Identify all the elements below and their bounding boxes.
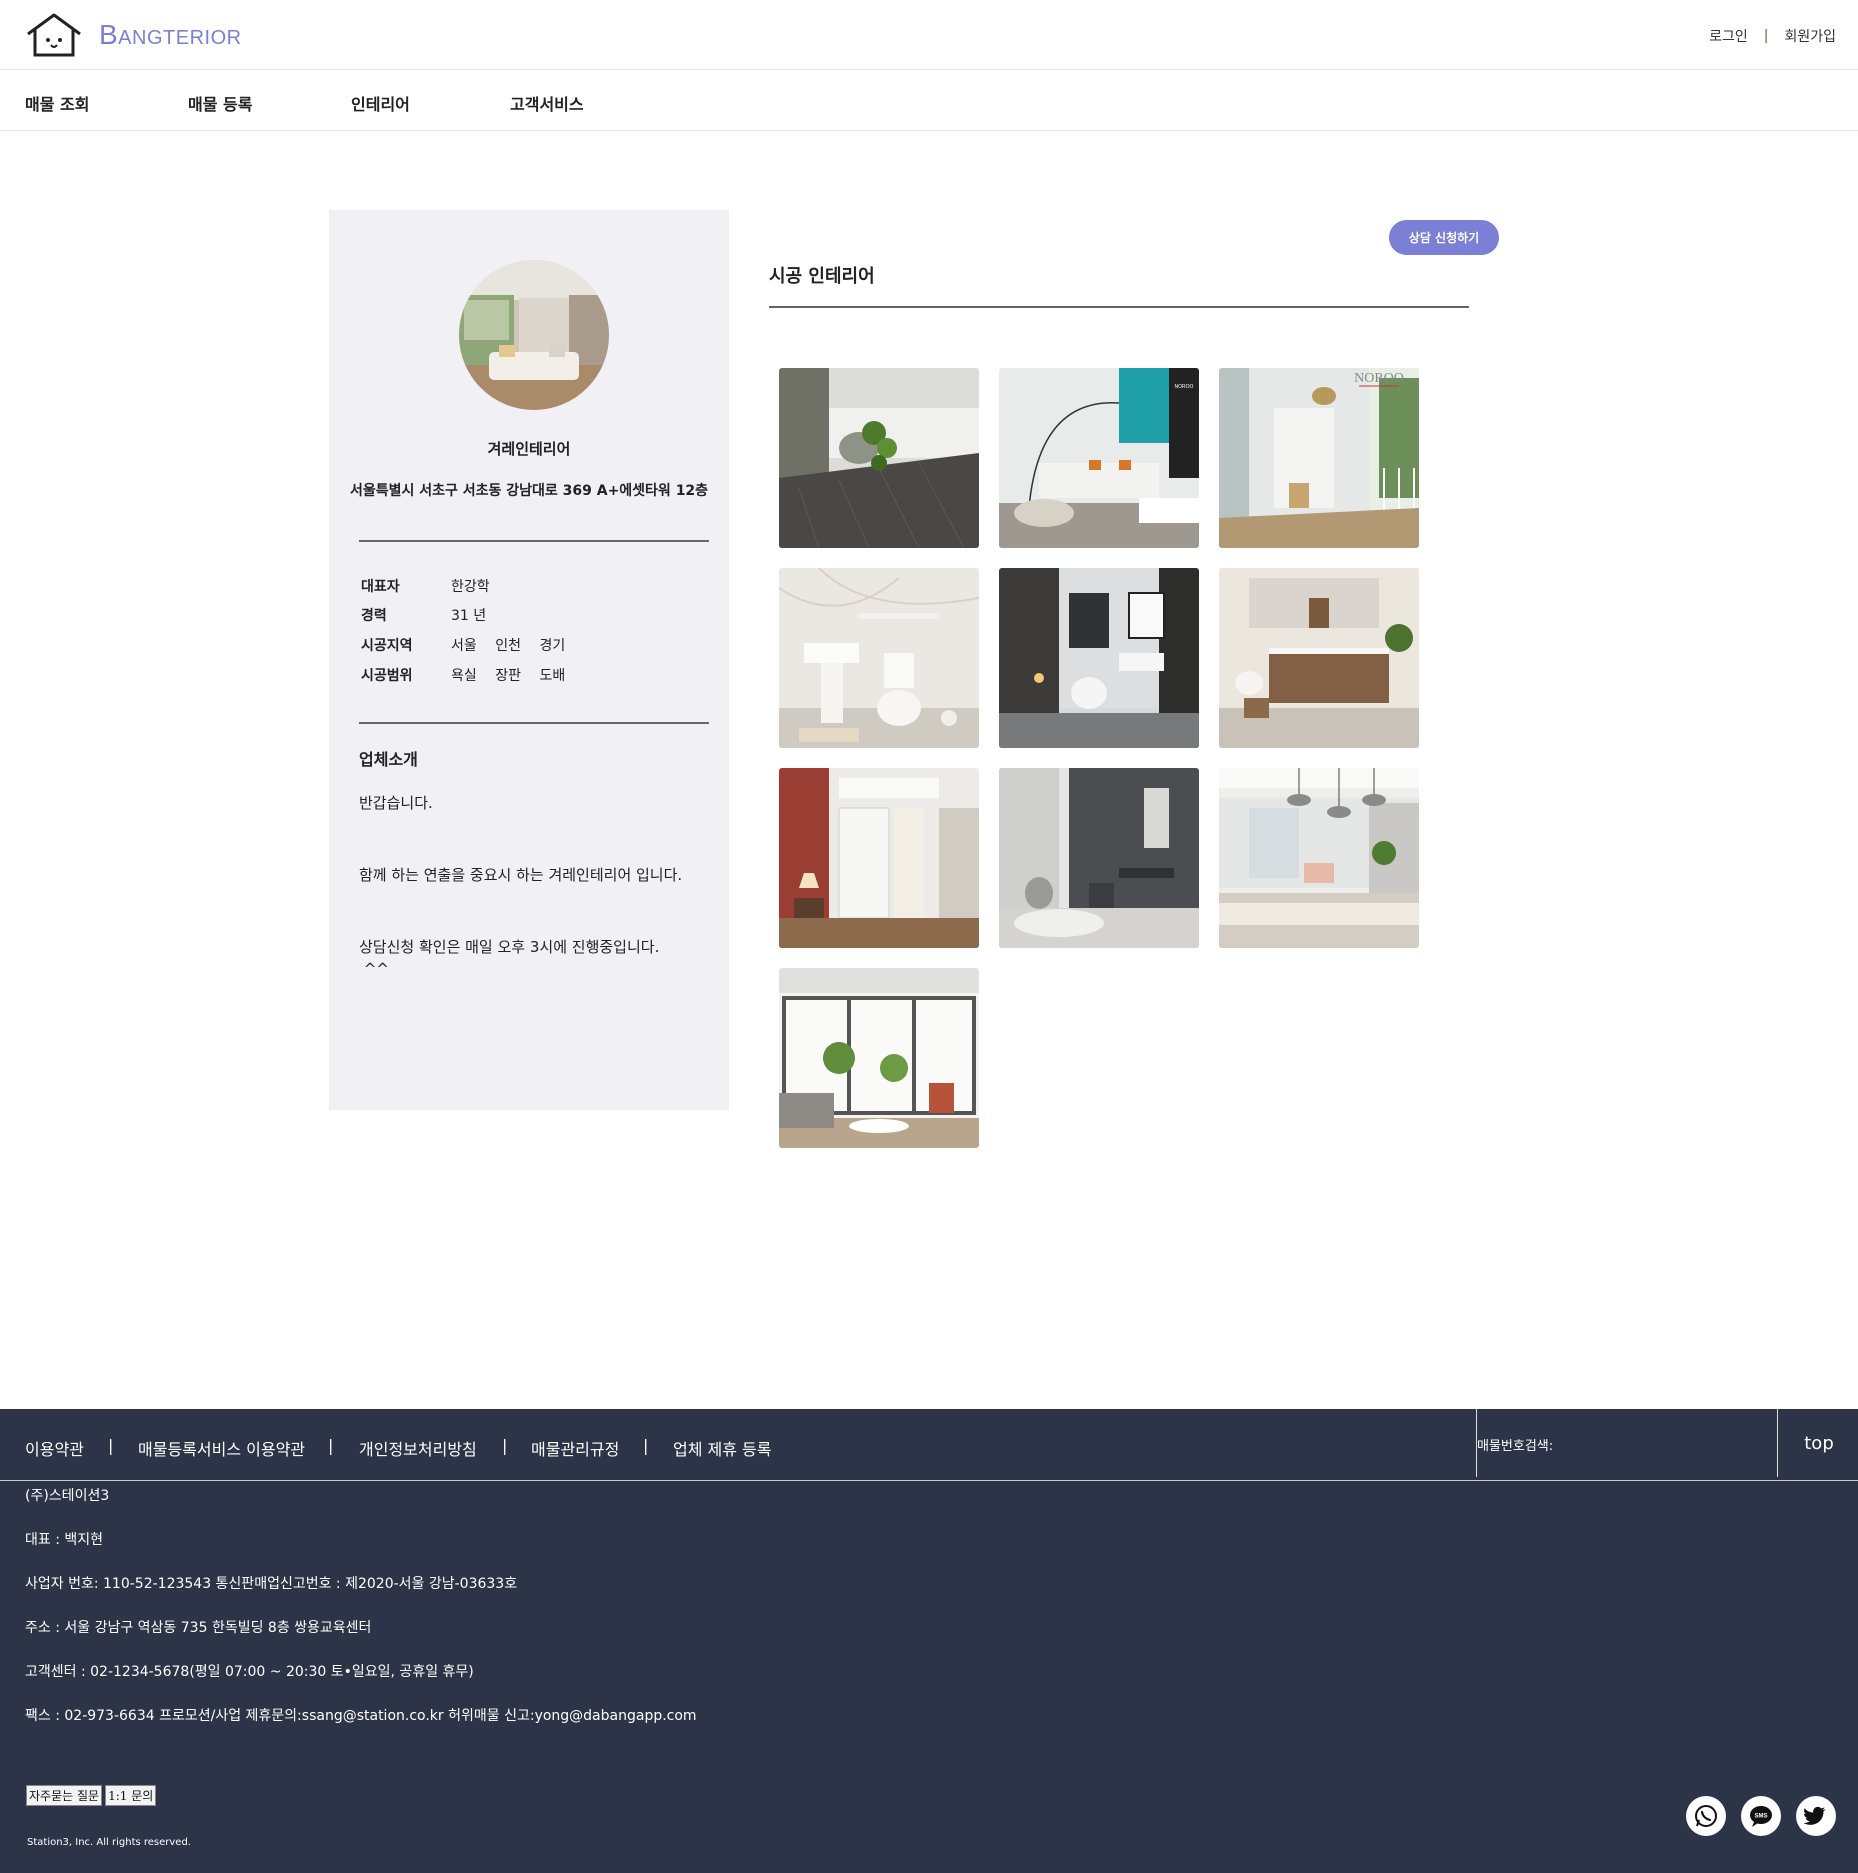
info-row-region: 시공지역 서울 인천 경기 (361, 635, 579, 655)
faq-button[interactable]: 자주묻는 질문 (26, 1785, 103, 1806)
login-link[interactable]: 로그인 (1709, 26, 1748, 46)
info-key: 시공지역 (361, 638, 413, 654)
footer-separator: | (328, 1436, 334, 1455)
logo-text: Bangterior (99, 19, 242, 50)
info-value-item: 장판 (495, 668, 521, 684)
footer-info-ceo: 대표 : 백지현 (25, 1532, 104, 1548)
info-value-item: 서울 (451, 638, 477, 654)
watermark: NOROO (1175, 384, 1194, 390)
nav-item-customer-service[interactable]: 고객서비스 (510, 91, 584, 115)
divider (359, 540, 709, 542)
section-divider (769, 306, 1469, 308)
signup-link[interactable]: 회원가입 (1784, 26, 1836, 46)
twitter-icon[interactable] (1796, 1796, 1836, 1836)
search-input[interactable] (1557, 1427, 1767, 1457)
nav-item-property-search[interactable]: 매물 조회 (25, 91, 89, 115)
gallery-image-wood-vanity-bathroom[interactable] (1219, 568, 1419, 748)
footer-links-bar: 이용약관 | 매물등록서비스 이용약관 | 개인정보처리방침 | 매물관리규정 … (0, 1409, 1858, 1481)
company-profile-card: 겨레인테리어 서울특별시 서초구 서초동 강남대로 369 A+에셋타워 12층… (329, 210, 729, 1110)
footer-link-listing-terms[interactable]: 매물등록서비스 이용약관 (138, 1436, 305, 1460)
info-value: 서울 인천 경기 (451, 635, 579, 655)
sms-icon[interactable]: SMS (1741, 1796, 1781, 1836)
listing-number-search: 매물번호검색: (1476, 1409, 1778, 1477)
footer-info-address: 주소 : 서울 강남구 역삼동 735 한독빌딩 8층 쌍용교육센터 (25, 1620, 372, 1636)
info-key: 대표자 (361, 579, 400, 595)
logo[interactable]: Bangterior (25, 12, 242, 58)
info-key: 경력 (361, 608, 387, 624)
house-dog-logo-icon (27, 13, 81, 57)
intro-line: ^^ (359, 960, 389, 978)
intro-title: 업체소개 (359, 750, 418, 769)
footer-info-contact: 팩스 : 02-973-6634 프로모션/사업 제휴문의:ssang@stat… (25, 1708, 697, 1724)
divider (359, 722, 709, 724)
info-row-career: 경력 31 년 (361, 605, 500, 625)
footer-info-customer-center: 고객센터 : 02-1234-5678(평일 07:00 ~ 20:30 토•일… (25, 1664, 474, 1680)
gallery-image-balcony-corridor[interactable]: NOROO (1219, 368, 1419, 548)
info-value-item: 한강학 (451, 579, 490, 595)
nav-item-interior[interactable]: 인테리어 (351, 91, 410, 115)
search-label: 매물번호검색: (1477, 1439, 1554, 1454)
footer-link-listing-rules[interactable]: 매물관리규정 (531, 1436, 619, 1460)
gallery-image-entrance-hallway[interactable] (779, 768, 979, 948)
gallery-image-white-bathroom[interactable] (779, 568, 979, 748)
info-value-item: 도배 (539, 668, 566, 684)
gallery-image-living-room-window[interactable] (779, 968, 979, 1148)
gallery-image-living-room-arc-lamp[interactable]: NOROO (999, 368, 1199, 548)
watermark: NOROO (1354, 371, 1404, 386)
main-nav: 매물 조회 매물 등록 인테리어 고객서비스 (0, 71, 1858, 131)
header: Bangterior 로그인 | 회원가입 (0, 0, 1858, 70)
footer-separator: | (108, 1436, 114, 1455)
footer-separator: | (643, 1436, 649, 1455)
auth-links: 로그인 | 회원가입 (1709, 26, 1836, 46)
info-value-item: 인천 (495, 638, 521, 654)
company-avatar (459, 260, 609, 410)
gallery-image-dining-room-pendants[interactable] (1219, 768, 1419, 948)
consult-request-button[interactable]: 상담 신청하기 (1389, 220, 1499, 255)
footer-link-privacy[interactable]: 개인정보처리방침 (359, 1436, 477, 1460)
gallery-image-dark-bathroom[interactable] (999, 568, 1199, 748)
footer-buttons: 자주묻는 질문 1:1 문의 (26, 1785, 157, 1806)
info-row-ceo: 대표자 한강학 (361, 576, 504, 596)
info-value-item: 31 년 (451, 608, 487, 624)
info-value-item: 욕실 (451, 668, 477, 684)
info-row-scope: 시공범위 욕실 장판 도배 (361, 665, 579, 685)
info-value: 31 년 (451, 605, 500, 625)
section-title: 시공 인테리어 (769, 266, 875, 287)
sms-label: SMS (1754, 1814, 1767, 1820)
footer-info-business-number: 사업자 번호: 110-52-123543 통신판매업신고번호 : 제2020-… (25, 1576, 518, 1592)
nav-item-property-register[interactable]: 매물 등록 (188, 91, 252, 115)
company-address: 서울특별시 서초구 서초동 강남대로 369 A+에셋타워 12층 (349, 483, 709, 499)
footer-link-partnership[interactable]: 업체 제휴 등록 (673, 1436, 772, 1460)
whatsapp-icon[interactable] (1686, 1796, 1726, 1836)
footer: 이용약관 | 매물등록서비스 이용약관 | 개인정보처리방침 | 매물관리규정 … (0, 1409, 1858, 1873)
intro-line: 반갑습니다. (359, 794, 433, 812)
copyright: Station3, Inc. All rights reserved. (27, 1837, 191, 1848)
gallery-image-floor-plant[interactable] (779, 368, 979, 548)
intro-line: 함께 하는 연출을 중요시 하는 겨레인테리어 입니다. (359, 866, 683, 884)
footer-info-company: (주)스테이션3 (25, 1488, 110, 1504)
top-button[interactable]: top (1780, 1433, 1858, 1454)
footer-separator: | (502, 1436, 508, 1455)
info-value-item: 경기 (539, 638, 566, 654)
intro-line: 상담신청 확인은 매일 오후 3시에 진행중입니다. (359, 938, 660, 956)
footer-link-terms[interactable]: 이용약관 (25, 1436, 84, 1460)
info-key: 시공범위 (361, 668, 413, 684)
gallery-image-grey-dressing-room[interactable] (999, 768, 1199, 948)
inquiry-button[interactable]: 1:1 문의 (105, 1785, 157, 1806)
company-name: 겨레인테리어 (487, 440, 571, 458)
info-value: 욕실 장판 도배 (451, 665, 579, 685)
info-value: 한강학 (451, 576, 504, 596)
auth-separator: | (1763, 28, 1769, 44)
